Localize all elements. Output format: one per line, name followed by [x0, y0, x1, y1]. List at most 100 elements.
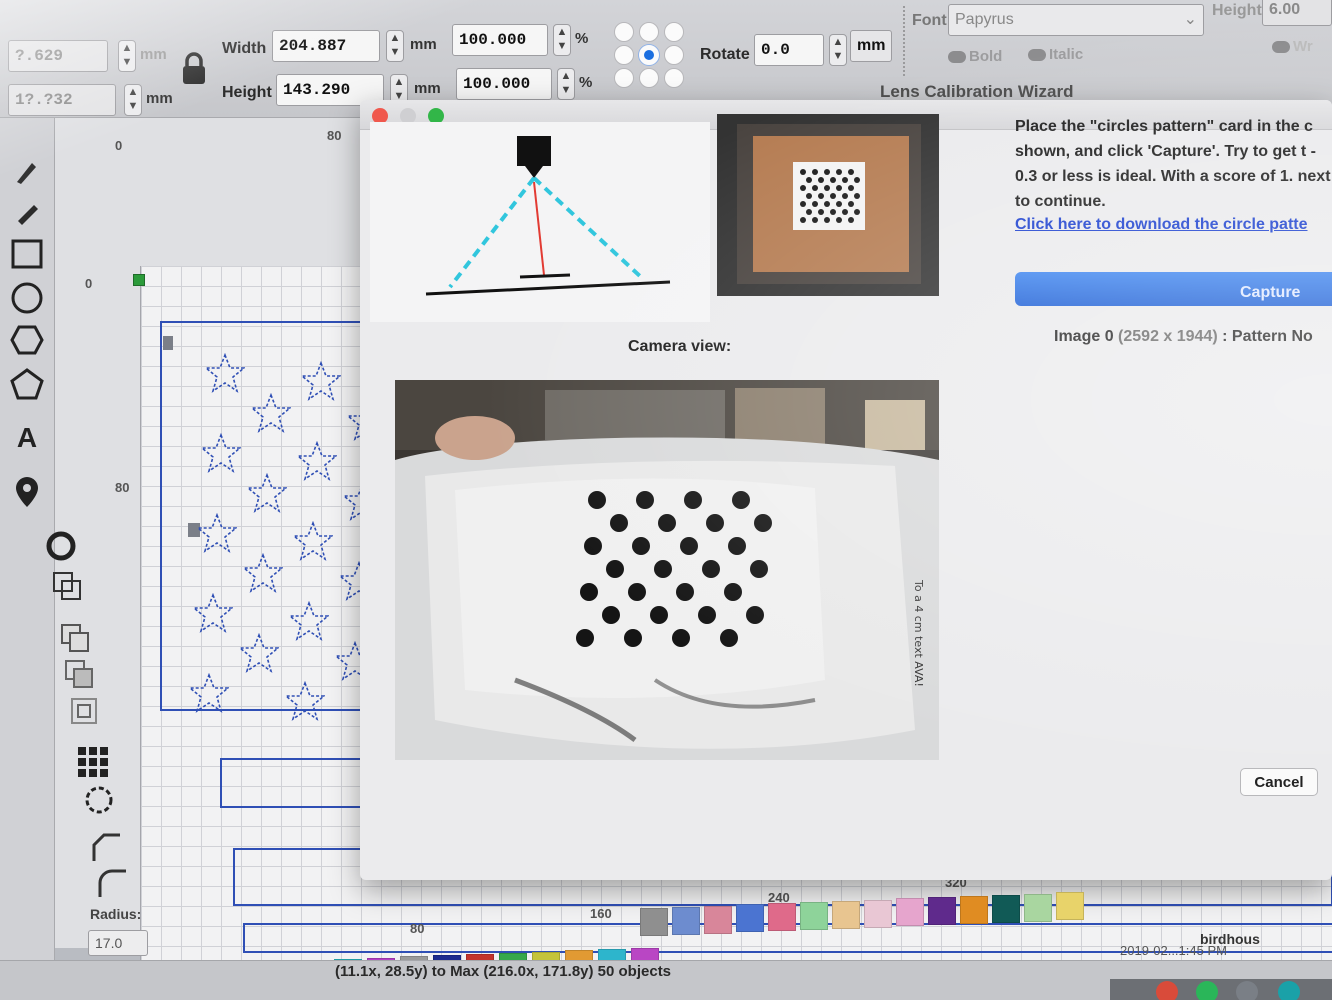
boolean-difference-tool[interactable] [60, 656, 98, 692]
anchor-point-selector[interactable] [612, 22, 686, 88]
cancel-button[interactable]: Cancel [1240, 768, 1318, 796]
color-swatch[interactable] [1056, 892, 1084, 921]
color-swatch[interactable] [736, 904, 764, 933]
reference-dot [812, 201, 818, 207]
reference-dot [818, 193, 824, 199]
reference-photo-image [717, 114, 939, 296]
rectangle-tool[interactable] [8, 236, 46, 272]
reference-dot [800, 185, 806, 191]
reference-dot [848, 185, 854, 191]
reference-dot [812, 169, 818, 175]
color-swatch[interactable] [768, 903, 796, 932]
pencil-icon [18, 205, 38, 225]
circular-array-tool[interactable] [80, 782, 118, 818]
bold-toggle[interactable]: Bold [948, 48, 1002, 65]
arduino-icon[interactable] [1278, 981, 1300, 1000]
color-swatch[interactable] [992, 894, 1020, 923]
color-swatch[interactable] [704, 905, 732, 934]
pentagon-tool[interactable] [8, 366, 46, 402]
star-shape[interactable] [205, 353, 245, 393]
boolean-intersection-tool[interactable] [66, 694, 104, 730]
color-swatch[interactable] [864, 899, 892, 928]
star-shape[interactable] [297, 441, 337, 481]
star-shape[interactable] [301, 361, 341, 401]
star-shape[interactable] [189, 673, 229, 713]
star-shape[interactable] [289, 601, 329, 641]
spotify-icon[interactable] [1196, 981, 1218, 1000]
star-shape[interactable] [239, 633, 279, 673]
color-swatch[interactable] [896, 898, 924, 927]
capture-button[interactable]: Capture [1015, 272, 1332, 306]
width-percent-symbol: % [575, 30, 589, 47]
chrome-icon[interactable] [1156, 981, 1178, 1000]
polygon-tool[interactable] [8, 322, 46, 358]
anchor-bottom-right[interactable] [664, 68, 684, 88]
color-swatch[interactable] [640, 908, 668, 936]
reference-dot [842, 177, 848, 183]
reference-dot [848, 201, 854, 207]
ellipse-tool[interactable] [8, 280, 46, 316]
position-laser-tool[interactable] [8, 474, 46, 510]
wrap-toggle[interactable]: Wr [1272, 38, 1313, 55]
width-percent-field[interactable]: 100.000 [452, 24, 548, 56]
anchor-top-right[interactable] [664, 22, 684, 42]
offset-tool[interactable] [42, 528, 80, 564]
italic-toggle[interactable]: Italic [1028, 46, 1083, 63]
edit-nodes-tool[interactable] [8, 154, 46, 190]
anchor-middle-left[interactable] [614, 45, 634, 65]
star-shape[interactable] [293, 521, 333, 561]
color-swatch[interactable] [960, 896, 988, 924]
text-tool[interactable]: A [8, 420, 46, 456]
anchor-bottom-left[interactable] [614, 68, 634, 88]
rounded-corner-tool[interactable] [88, 830, 126, 866]
image-status-prefix: Image 0 [1054, 328, 1114, 345]
y-position-field[interactable]: 1?.?32 [8, 84, 116, 116]
selection-bounds-status: (11.1x, 28.5y) to Max (216.0x, 171.8y) 5… [335, 963, 672, 980]
reference-dot [818, 177, 824, 183]
font-height-field[interactable]: 6.00 [1262, 0, 1332, 26]
rotate-field[interactable]: 0.0 [754, 34, 824, 66]
font-select[interactable]: Papyrus ⌄ [948, 4, 1204, 36]
font-select-value: Papyrus [955, 11, 1014, 28]
anchor-center[interactable] [639, 45, 659, 65]
anchor-top-left[interactable] [614, 22, 634, 42]
color-swatch[interactable] [800, 902, 828, 930]
star-shape[interactable] [243, 553, 283, 593]
pentagon-icon [10, 368, 44, 400]
grid-array-tool[interactable] [74, 744, 112, 780]
weld-tool[interactable] [48, 568, 86, 604]
star-shape[interactable] [285, 681, 325, 721]
color-swatch[interactable] [672, 906, 700, 935]
anchor-middle-right[interactable] [664, 45, 684, 65]
x-position-stepper[interactable]: ▲ ▼ [118, 40, 136, 72]
height-percent-stepper[interactable]: ▲ ▼ [557, 68, 575, 100]
reference-dot [830, 193, 836, 199]
star-shape[interactable] [193, 593, 233, 633]
anchor-bottom-center[interactable] [639, 68, 659, 88]
calibration-dot [584, 537, 602, 555]
reference-dot [800, 217, 806, 223]
rotate-stepper[interactable]: ▲ ▼ [829, 34, 847, 66]
fillet-tool[interactable] [94, 866, 132, 902]
download-pattern-link[interactable]: Click here to download the circle patte [1015, 216, 1332, 234]
star-shape[interactable] [251, 393, 291, 433]
width-field[interactable]: 204.887 [272, 30, 380, 62]
width-percent-stepper[interactable]: ▲ ▼ [553, 24, 571, 56]
height-percent-field[interactable]: 100.000 [456, 68, 552, 100]
star-shape[interactable] [247, 473, 287, 513]
x-position-field[interactable]: ?.629 [8, 40, 108, 72]
anchor-top-center[interactable] [639, 22, 659, 42]
map-pin-icon [16, 477, 38, 507]
boolean-union-tool[interactable] [56, 620, 94, 656]
width-stepper[interactable]: ▲ ▼ [386, 30, 404, 62]
color-swatch[interactable] [928, 897, 956, 926]
color-swatch[interactable] [1024, 893, 1052, 922]
color-swatch[interactable] [832, 900, 860, 929]
draw-line-tool[interactable] [8, 194, 46, 230]
lock-icon[interactable] [180, 52, 208, 86]
y-position-stepper[interactable]: ▲ ▼ [124, 84, 142, 116]
star-shape[interactable] [201, 433, 241, 473]
app-icon[interactable] [1236, 981, 1258, 1000]
reference-dot [836, 185, 842, 191]
star-shape[interactable] [197, 513, 237, 553]
